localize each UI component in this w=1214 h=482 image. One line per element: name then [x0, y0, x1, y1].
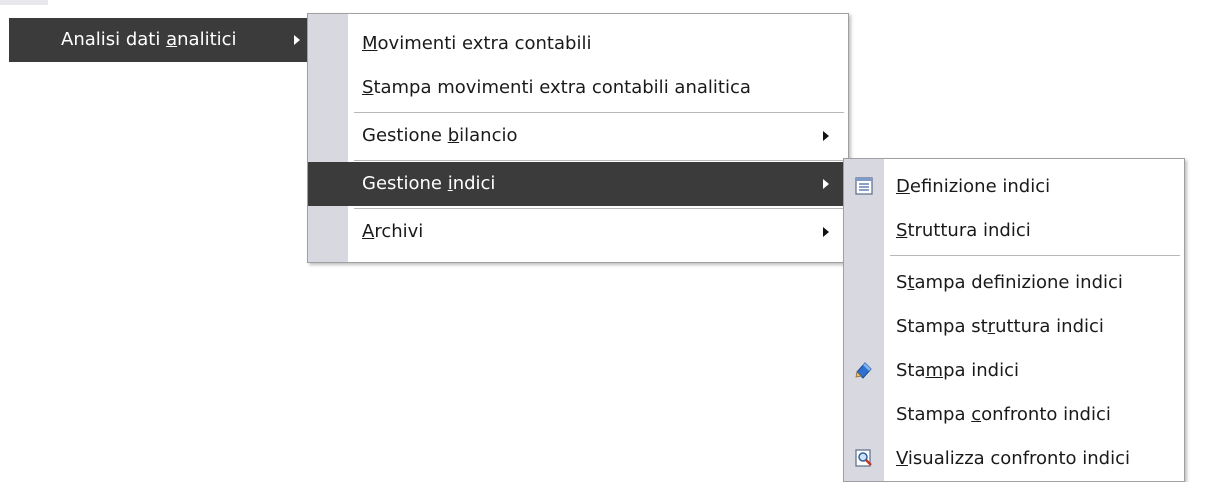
menu-item-stampa-definizione-indici[interactable]: Stampa definizione indici	[844, 261, 1184, 305]
menu-item-label: Gestione indici	[362, 173, 496, 194]
menu-item-stampa-indici[interactable]: Stampa indici	[844, 349, 1184, 393]
menu-item-visualizza-confronto-indici[interactable]: Visualizza confronto indici	[844, 437, 1184, 481]
menu-item-label: Stampa movimenti extra contabili analiti…	[362, 77, 751, 98]
parent-menu-edge	[0, 0, 48, 5]
menu-separator-highlight	[890, 256, 1180, 257]
menu-item-gestione-indici[interactable]: Gestione indici	[308, 162, 848, 206]
list-document-icon	[854, 176, 874, 196]
menu-item-stampa-struttura-indici[interactable]: Stampa struttura indici	[844, 305, 1184, 349]
print-pencil-icon	[854, 360, 874, 380]
menu-item-label: Struttura indici	[896, 220, 1031, 241]
menu-item-stampa-confronto-indici[interactable]: Stampa confronto indici	[844, 393, 1184, 437]
submenu-arrow-icon	[823, 131, 829, 141]
submenu-analisi-dati-analitici: Movimenti extra contabili Stampa movimen…	[307, 13, 849, 263]
submenu-arrow-icon	[294, 35, 300, 45]
menu-item-label: Stampa struttura indici	[896, 316, 1104, 337]
menu-separator	[354, 160, 844, 161]
menu-item-gestione-bilancio[interactable]: Gestione bilancio	[308, 114, 848, 158]
menu-item-archivi[interactable]: Archivi	[308, 210, 848, 254]
top-strip	[0, 0, 300, 8]
menu-item-label: Stampa definizione indici	[896, 272, 1123, 293]
menu-item-label: Movimenti extra contabili	[362, 33, 592, 54]
magnifier-document-icon	[854, 448, 874, 468]
submenu-gestione-indici: Definizione indici Struttura indici Stam…	[843, 158, 1185, 482]
menu-item-label: Gestione bilancio	[362, 125, 518, 146]
menu-separator	[354, 208, 844, 209]
menu-screen: Analisi dati analitici Movimenti extra c…	[0, 0, 1214, 482]
submenu-arrow-icon	[823, 227, 829, 237]
menu-item-label: Visualizza confronto indici	[896, 448, 1130, 469]
menu-item-definizione-indici[interactable]: Definizione indici	[844, 165, 1184, 209]
menu-item-label: Stampa indici	[896, 360, 1019, 381]
menu-item-analisi-dati-analitici[interactable]: Analisi dati analitici	[9, 18, 308, 62]
menu-item-label: Stampa confronto indici	[896, 404, 1111, 425]
menu-item-label: Analisi dati analitici	[61, 29, 237, 50]
menu-item-struttura-indici[interactable]: Struttura indici	[844, 209, 1184, 253]
submenu-arrow-icon	[823, 179, 829, 189]
menu-item-stampa-movimenti-extra-contabili-analitica[interactable]: Stampa movimenti extra contabili analiti…	[308, 66, 848, 110]
menu-item-label: Archivi	[362, 221, 424, 242]
menu-item-movimenti-extra-contabili[interactable]: Movimenti extra contabili	[308, 22, 848, 66]
menu-item-label: Definizione indici	[896, 176, 1051, 197]
